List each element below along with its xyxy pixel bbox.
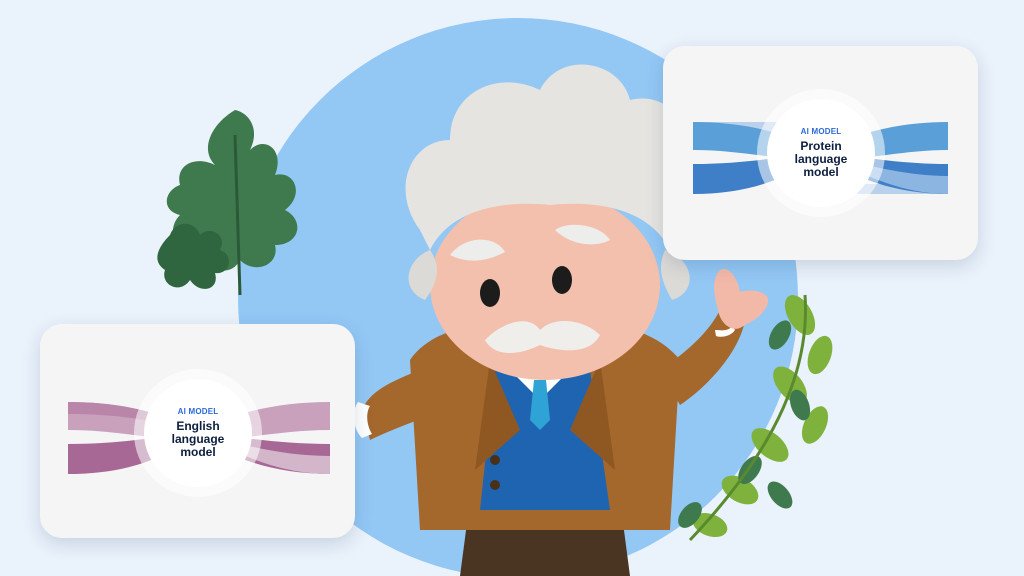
protein-model-card: AI MODEL Protein language model — [663, 46, 978, 260]
badge-title: Protein language model — [794, 139, 848, 179]
protein-model-badge: AI MODEL Protein language model — [767, 99, 875, 207]
leaf-left-illustration — [157, 110, 298, 296]
hero-illustration: AI MODEL Protein language model AI MODEL… — [0, 0, 1024, 576]
badge-kicker: AI MODEL — [800, 127, 842, 136]
badge-title: English language model — [171, 419, 225, 459]
english-model-badge: AI MODEL English language model — [144, 379, 252, 487]
english-model-card: AI MODEL English language model — [40, 324, 355, 538]
badge-kicker: AI MODEL — [177, 407, 219, 416]
